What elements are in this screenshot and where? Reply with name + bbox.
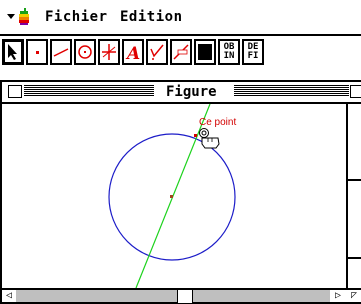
ob-in-tool[interactable]: OB IN — [218, 39, 240, 65]
circle-center-point[interactable] — [170, 195, 173, 198]
title-stripes-right — [234, 85, 349, 97]
figure-canvas[interactable]: Ce point — [2, 104, 346, 288]
arrow-icon — [8, 44, 17, 60]
resize-grip-icon[interactable]: ◸ — [348, 290, 360, 302]
vertical-scroll-thumb[interactable] — [348, 179, 361, 259]
point-label: Ce point — [199, 117, 236, 128]
menu-fichier[interactable]: Fichier — [45, 9, 108, 25]
pointing-hand-cursor-icon — [199, 128, 220, 149]
vertical-scrollbar[interactable] — [346, 104, 361, 288]
check-icon — [150, 44, 164, 60]
point-icon — [36, 51, 39, 54]
tool-palette: A OB IN DE FI — [0, 36, 361, 76]
line-icon — [53, 48, 69, 57]
filled-square-icon — [198, 44, 212, 60]
measure-icon — [173, 44, 189, 60]
display-tool[interactable] — [194, 39, 216, 65]
line-tool[interactable] — [50, 39, 72, 65]
menu-bar: Fichier Edition — [0, 0, 361, 36]
horizontal-scroll-track[interactable] — [16, 290, 330, 302]
de-fi-tool[interactable]: DE FI — [242, 39, 264, 65]
menu-edition[interactable]: Edition — [120, 9, 183, 25]
circle-icon — [78, 45, 92, 59]
apple-menu-icon[interactable] — [6, 8, 32, 26]
window-title: Figure — [160, 82, 223, 102]
construction-tool[interactable] — [98, 39, 120, 65]
scroll-right-arrow-icon[interactable]: ▷ — [332, 290, 344, 302]
horizontal-scroll-thumb[interactable] — [177, 289, 193, 304]
title-stripes-left — [24, 85, 154, 97]
text-tool[interactable]: A — [122, 39, 144, 65]
figure-window: Figure Ce point ◁ ▷ ◸ — [0, 80, 361, 304]
scroll-left-arrow-icon[interactable]: ◁ — [3, 290, 15, 302]
svg-text:A: A — [125, 44, 140, 63]
zoom-box[interactable] — [350, 85, 361, 98]
point-tool[interactable] — [26, 39, 48, 65]
measure-tool[interactable] — [170, 39, 192, 65]
perpendicular-icon — [102, 44, 116, 60]
intersection-point[interactable] — [194, 134, 197, 137]
letter-a-icon: A — [125, 44, 140, 63]
de-fi-label: DE FI — [247, 42, 259, 61]
horizontal-scrollbar[interactable]: ◁ ▷ ◸ — [2, 288, 361, 304]
ob-in-label: OB IN — [223, 42, 235, 61]
check-tool[interactable] — [146, 39, 168, 65]
pointer-tool[interactable] — [2, 39, 24, 65]
circle-tool[interactable] — [74, 39, 96, 65]
geometry-figure: Ce point — [108, 104, 236, 288]
title-bar[interactable]: Figure — [2, 82, 361, 104]
close-box[interactable] — [8, 85, 22, 98]
